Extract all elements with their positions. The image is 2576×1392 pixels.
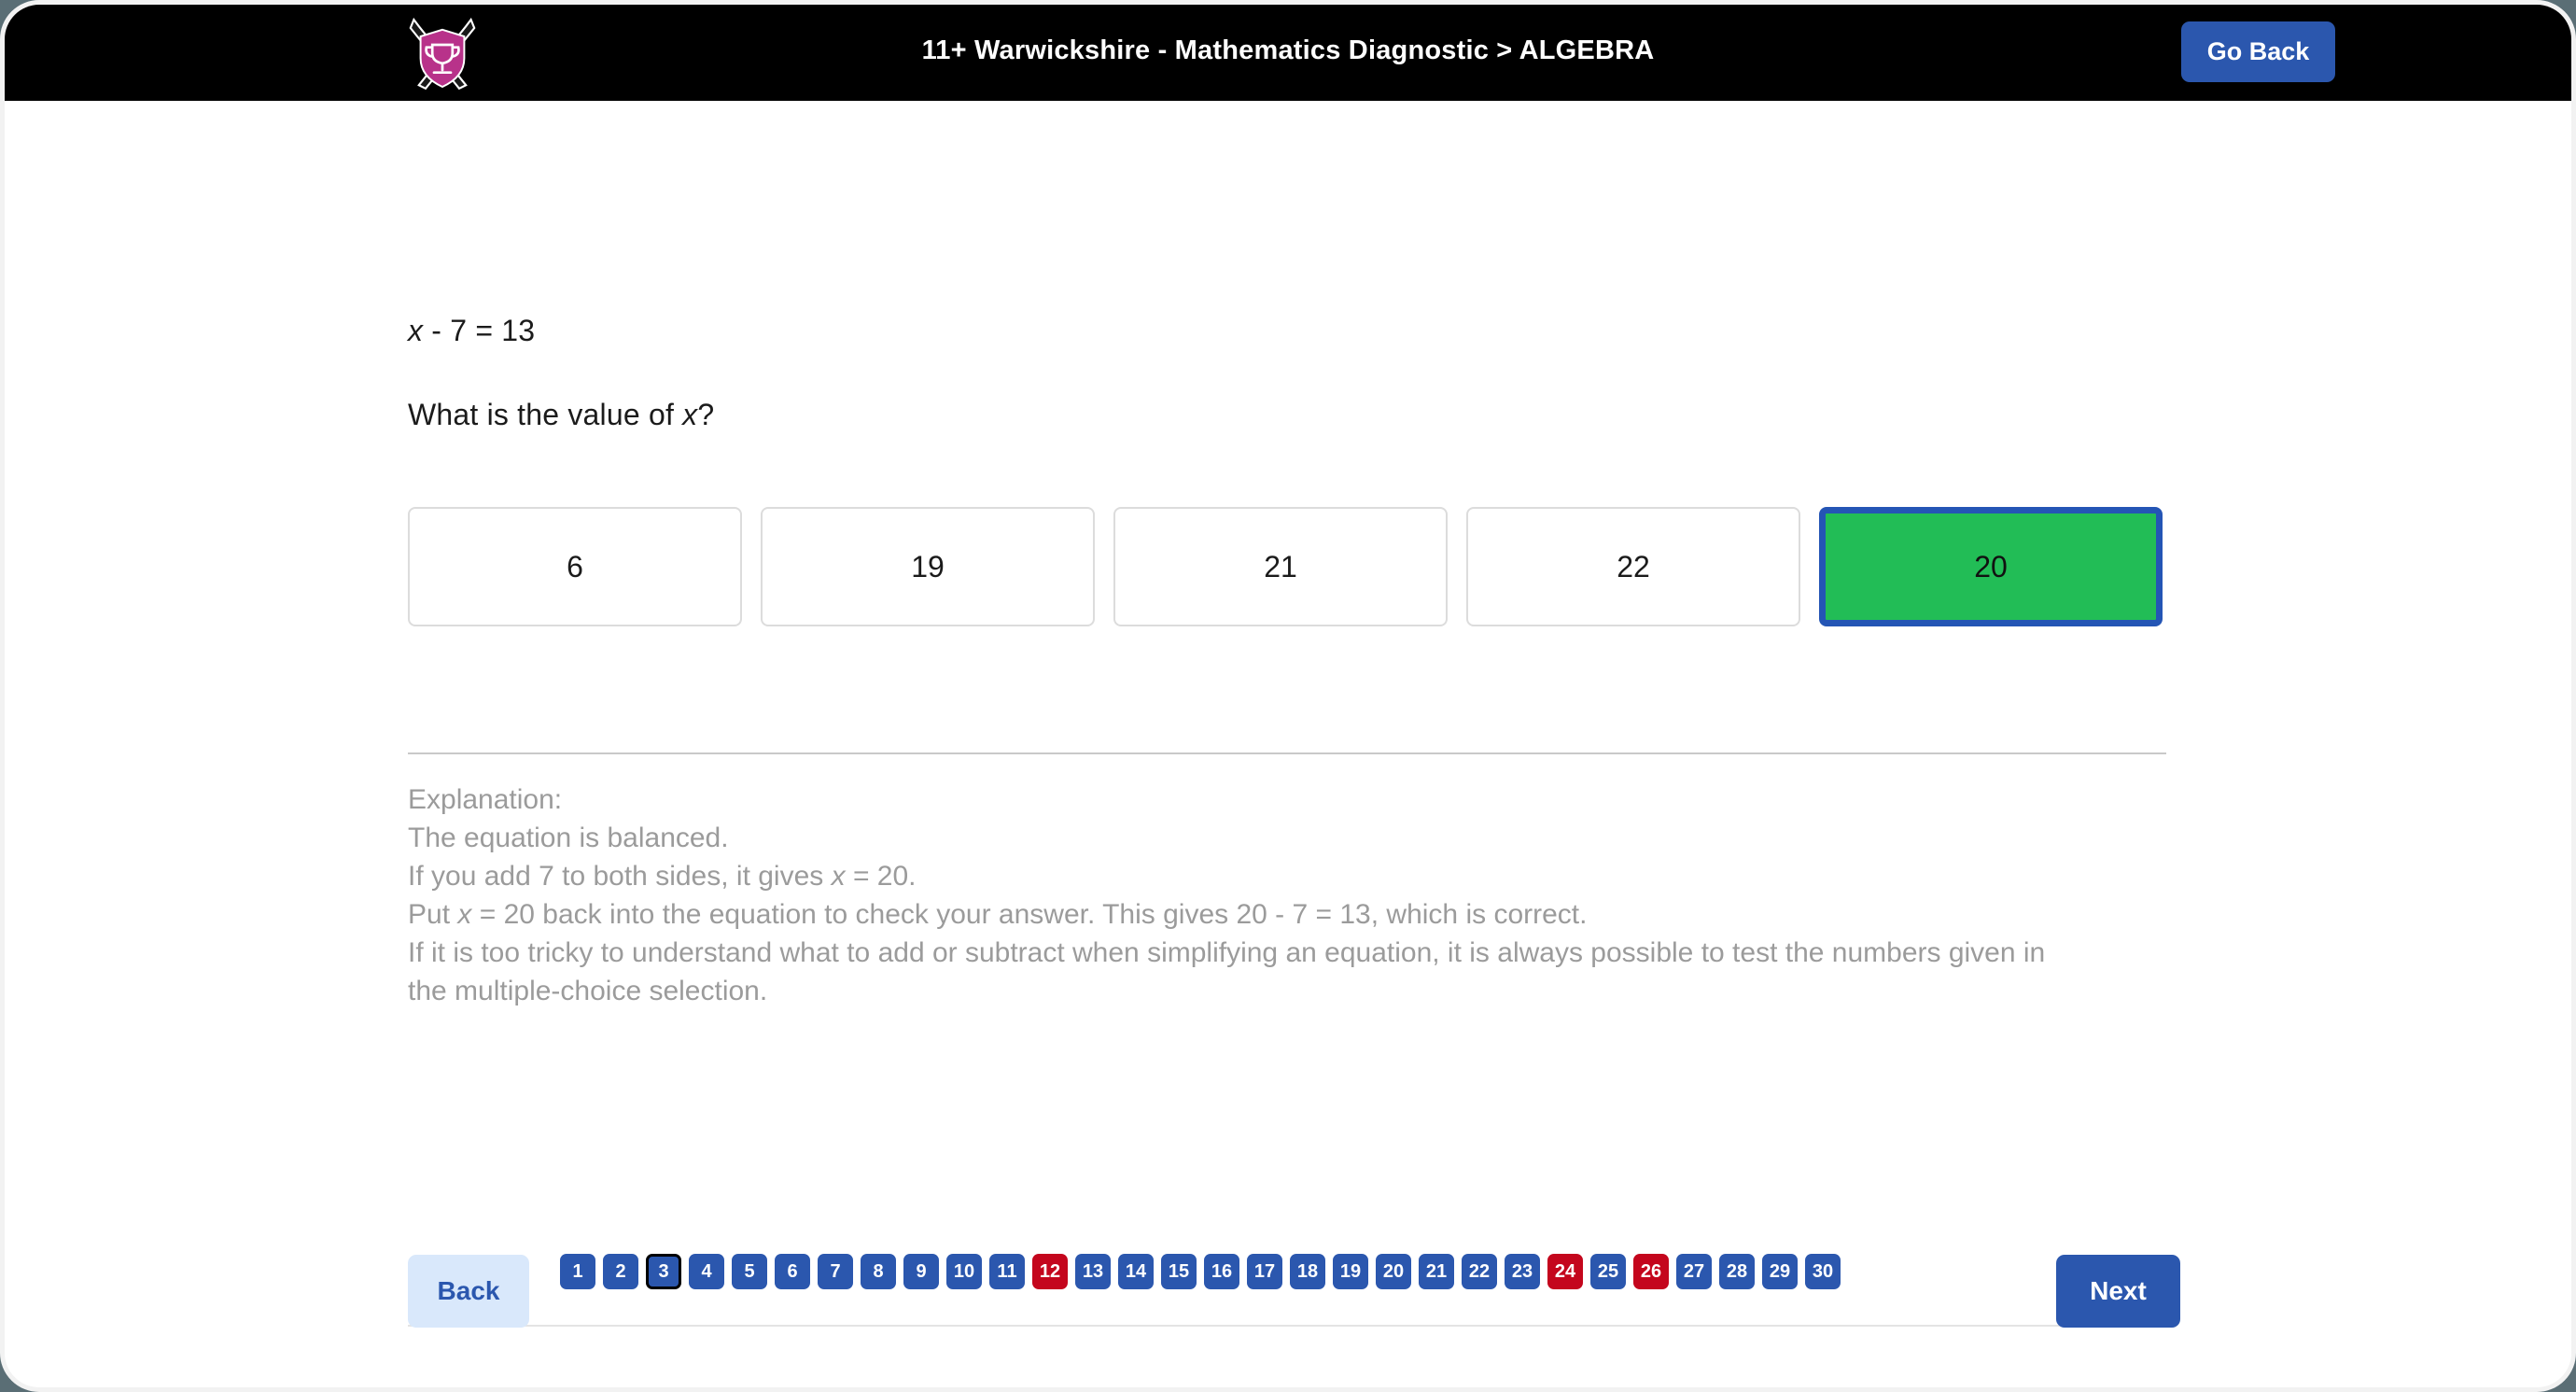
pager-item-5[interactable]: 5 [732,1254,767,1289]
pager-item-18[interactable]: 18 [1290,1254,1325,1289]
pager-item-23[interactable]: 23 [1505,1254,1540,1289]
equation-variable: x [408,314,424,347]
explanation-line-3-var: x [457,899,472,930]
pager-item-11[interactable]: 11 [989,1254,1025,1289]
pager-item-26[interactable]: 26 [1633,1254,1669,1289]
pager-item-4[interactable]: 4 [689,1254,724,1289]
pager-item-8[interactable]: 8 [861,1254,896,1289]
pager-item-13[interactable]: 13 [1075,1254,1111,1289]
pager-item-19[interactable]: 19 [1333,1254,1368,1289]
explanation-line-2-var: x [831,861,846,892]
pager-item-2[interactable]: 2 [603,1254,638,1289]
go-back-button[interactable]: Go Back [2181,21,2335,82]
pager-item-9[interactable]: 9 [903,1254,939,1289]
question-equation: x - 7 = 13 [408,314,535,348]
explanation-line-4: If it is too tricky to understand what t… [408,937,2046,1006]
pager-item-3[interactable]: 3 [646,1254,681,1289]
explanation-line-2-b: = 20. [845,861,917,892]
pager-item-24[interactable]: 24 [1547,1254,1583,1289]
pager-item-12[interactable]: 12 [1032,1254,1068,1289]
explanation-block: Explanation: The equation is balanced. I… [408,780,2088,1010]
app-window: 11+ Warwickshire - Mathematics Diagnosti… [0,0,2576,1392]
pager-item-14[interactable]: 14 [1118,1254,1154,1289]
explanation-line-3-b: = 20 back into the equation to check you… [471,899,1588,930]
pager-item-17[interactable]: 17 [1247,1254,1282,1289]
pager-item-10[interactable]: 10 [946,1254,982,1289]
next-button[interactable]: Next [2056,1255,2180,1328]
pager-item-25[interactable]: 25 [1590,1254,1626,1289]
back-button[interactable]: Back [408,1255,529,1328]
answer-option[interactable]: 19 [761,507,1095,626]
explanation-divider [408,752,2166,754]
answer-option[interactable]: 21 [1113,507,1448,626]
pager-item-21[interactable]: 21 [1419,1254,1454,1289]
prompt-suffix: ? [697,398,715,431]
answer-option[interactable]: 22 [1466,507,1800,626]
app-header: 11+ Warwickshire - Mathematics Diagnosti… [5,5,2571,101]
pager-item-30[interactable]: 30 [1805,1254,1841,1289]
equation-remainder: - 7 = 13 [423,314,536,347]
answer-option-selected[interactable]: 20 [1819,507,2163,626]
explanation-line-2-a: If you add 7 to both sides, it gives [408,861,832,892]
pager-item-29[interactable]: 29 [1762,1254,1798,1289]
pager-item-27[interactable]: 27 [1676,1254,1712,1289]
pager-item-22[interactable]: 22 [1462,1254,1497,1289]
pager-item-16[interactable]: 16 [1204,1254,1239,1289]
pager-item-20[interactable]: 20 [1376,1254,1411,1289]
pager-item-15[interactable]: 15 [1161,1254,1197,1289]
pager-item-28[interactable]: 28 [1719,1254,1755,1289]
explanation-line-1: The equation is balanced. [408,823,729,853]
explanation-line-2: If you add 7 to both sides, it gives x =… [408,857,2088,895]
prompt-prefix: What is the value of [408,398,683,431]
question-navigation-footer: Back 1 2 3 4 5 6 7 8 9 10 11 12 13 14 15 16 17 18 19 20 21 22… [5,1246,2571,1386]
question-pager: 1 2 3 4 5 6 7 8 9 10 11 12 13 14 15 16 17 18 19 20 21 22 23 24 2… [560,1254,1988,1289]
answer-options: 6 19 21 22 20 [408,507,2163,626]
prompt-variable: x [682,398,698,431]
explanation-line-3: Put x = 20 back into the equation to che… [408,895,2088,934]
explanation-heading: Explanation: [408,784,563,815]
pager-item-1[interactable]: 1 [560,1254,595,1289]
answer-option[interactable]: 6 [408,507,742,626]
question-prompt: What is the value of x? [408,398,714,432]
explanation-line-3-a: Put [408,899,458,930]
pager-item-7[interactable]: 7 [818,1254,853,1289]
pager-item-6[interactable]: 6 [775,1254,810,1289]
